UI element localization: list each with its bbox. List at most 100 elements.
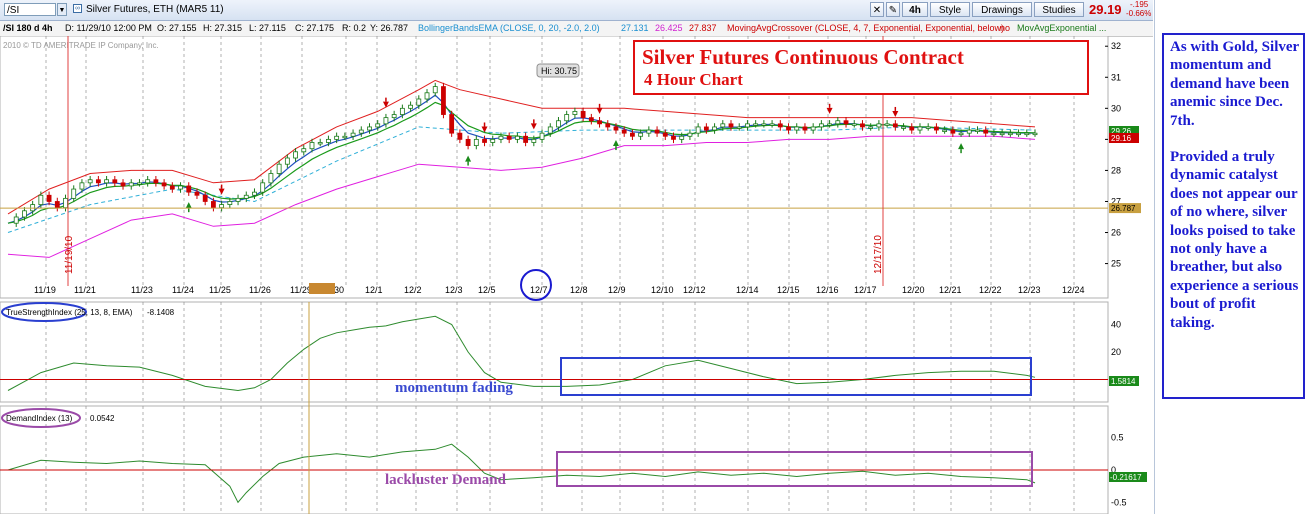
candle-body <box>514 135 520 140</box>
candle-body <box>728 123 734 128</box>
candle-body <box>942 129 948 132</box>
candle-body <box>498 135 504 140</box>
candle-body <box>958 132 964 136</box>
candle-body <box>301 148 307 153</box>
copyright-text: 2010 © TD AMERITRADE IP Company, Inc. <box>3 41 159 50</box>
candle-body <box>38 194 44 205</box>
hi-label: Hi: 30.75 <box>541 66 577 76</box>
candle-body <box>638 132 644 137</box>
bar-close: C: 27.175 <box>295 23 335 33</box>
candle-body <box>235 197 241 202</box>
bb-value-3: 27.837 <box>689 23 717 33</box>
candle-body <box>334 135 340 140</box>
crosshair-icon[interactable]: ✕ <box>870 2 884 17</box>
style-button[interactable]: Style <box>930 2 970 17</box>
price-y-tick: 28 <box>1111 165 1121 175</box>
candle-body <box>1032 132 1038 136</box>
price-change-abs: -.195 <box>1130 0 1149 9</box>
candle-body <box>416 98 422 106</box>
candle-body <box>983 129 989 134</box>
candle-body <box>531 138 537 143</box>
commentary-paragraph-1: As with Gold, Silver momentum and demand… <box>1170 39 1299 129</box>
ma-study-label[interactable]: MovingAvgCrossover (CLOSE, 4, 7, Exponen… <box>727 21 1004 36</box>
candle-body <box>745 123 750 128</box>
candle-body <box>375 123 381 128</box>
candle-body <box>342 135 348 139</box>
tsi-study-label[interactable]: TrueStrengthIndex (25, 13, 8, EMA) <box>6 308 133 317</box>
candle-body <box>572 111 578 115</box>
last-price: 29.19 <box>1089 2 1122 17</box>
candle-body <box>449 114 455 134</box>
candle-body <box>630 132 635 137</box>
price-x-tick: 11/25 <box>209 285 231 295</box>
candle-body <box>202 194 208 202</box>
candle-body <box>556 120 561 128</box>
price-x-tick: 12/16 <box>816 285 839 295</box>
price-x-tick: 12/15 <box>777 285 800 295</box>
candle-body <box>112 179 118 184</box>
studies-label: Studies <box>1042 5 1076 16</box>
candle-body <box>613 126 619 131</box>
candle-body <box>851 123 857 126</box>
price-x-tick: 11/19 <box>34 285 56 295</box>
bar-open: O: 27.155 <box>157 23 197 33</box>
drawings-button[interactable]: Drawings <box>972 2 1032 17</box>
price-x-tick: 12/10 <box>651 285 674 295</box>
demand-study-label[interactable]: DemandIndex (13) <box>6 414 73 423</box>
chevron-down-icon[interactable]: ▼ <box>57 3 67 16</box>
price-x-tick: 12/24 <box>1062 285 1085 295</box>
candle-body <box>901 126 906 129</box>
candle-body <box>827 123 832 126</box>
candle-body <box>95 179 101 184</box>
price-x-tick: 12/21 <box>939 285 962 295</box>
price-x-tick: 12/12 <box>683 285 706 295</box>
bar-y: Y: 26.787 <box>370 23 409 33</box>
price-y-tick: 25 <box>1111 259 1121 269</box>
candle-body <box>876 123 882 128</box>
candle-body <box>227 201 233 205</box>
candle-body <box>432 86 438 94</box>
candle-body <box>703 126 709 131</box>
price-y-tick: 32 <box>1111 41 1121 51</box>
candle-body <box>383 117 389 125</box>
price-x-tick: 11/29 <box>290 285 312 295</box>
price-change-pct: -0.66% <box>1126 9 1152 18</box>
price-x-tick: 12/20 <box>902 285 925 295</box>
candle-body <box>687 132 693 137</box>
candle-body <box>835 120 841 125</box>
candle-body <box>71 188 77 199</box>
pencil-icon[interactable]: ✎ <box>886 2 900 17</box>
demand-note: lackluster Demand <box>385 472 507 488</box>
price-y-tick: 31 <box>1111 72 1121 82</box>
symbol-input[interactable]: /SI <box>4 3 56 16</box>
candle-body <box>317 142 323 145</box>
candle-body <box>909 126 915 131</box>
tsi-current-value: -8.1408 <box>147 308 175 317</box>
instrument-description: Silver Futures, ETH (MAR5 11) <box>86 4 224 15</box>
candle-body <box>63 197 68 209</box>
candle-body <box>408 104 413 109</box>
tsi-panel <box>0 301 1109 403</box>
candle-body <box>54 201 60 209</box>
candle-body <box>87 179 93 184</box>
link-icon[interactable]: ∞ <box>73 4 82 13</box>
cursor-time-box <box>309 283 335 294</box>
candle-body <box>868 126 874 129</box>
demand-current-value: 0.0542 <box>90 414 115 423</box>
candle-body <box>358 129 364 134</box>
price-x-tick: 12/22 <box>979 285 1002 295</box>
candle-body <box>441 86 446 115</box>
candle-body <box>892 123 898 128</box>
bar-date: D: 11/29/10 12:00 PM <box>65 23 152 33</box>
demand-y-axis: 0.50-0.5 <box>1111 433 1127 508</box>
price-y-tick: 30 <box>1111 103 1121 113</box>
candle-body <box>605 123 611 128</box>
commentary-paragraph-2: Provided a truly dynamic catalyst does n… <box>1170 149 1299 331</box>
timeframe-button[interactable]: 4h <box>902 2 928 17</box>
candle-body <box>580 111 586 119</box>
ma-study-label-2[interactable]: MovAvgExponential ... <box>1017 21 1106 36</box>
bb-study-label[interactable]: BollingerBandsEMA (CLOSE, 0, 20, -2.0, 2… <box>418 21 600 36</box>
candle-body <box>161 182 167 187</box>
candle-body <box>284 157 290 165</box>
studies-button[interactable]: Studies <box>1034 2 1084 17</box>
